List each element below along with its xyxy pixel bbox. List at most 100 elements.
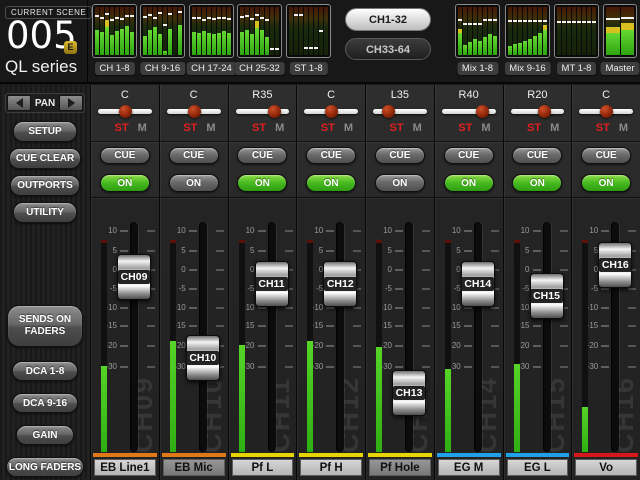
pan-knob[interactable] (475, 105, 489, 118)
outports-button[interactable]: OUTPORTS (10, 175, 80, 196)
pan-slider-track[interactable] (235, 109, 290, 114)
on-button[interactable]: ON (443, 174, 494, 192)
meter-bar (314, 7, 318, 55)
pan-knob[interactable] (382, 105, 396, 118)
meter-bar (163, 7, 167, 55)
on-button[interactable]: ON (168, 174, 219, 192)
on-button[interactable]: ON (237, 174, 288, 192)
meter-group[interactable]: CH 25-32 (234, 4, 285, 75)
fader-cap[interactable]: CH13 (392, 370, 426, 416)
meter-group[interactable]: Mix 9-16 (504, 4, 551, 75)
on-button[interactable]: ON (306, 174, 357, 192)
cue-button[interactable]: CUE (374, 147, 425, 164)
divider (572, 197, 640, 198)
stereo-assign-indicator: ST (389, 122, 404, 134)
dca-1-8-button[interactable]: DCA 1-8 (12, 361, 78, 381)
sends-on-faders-button[interactable]: SENDS ON FADERS (7, 305, 83, 347)
channel-name-button[interactable]: EG M (437, 459, 500, 476)
meter-bar (168, 7, 172, 55)
fader-cap[interactable]: CH14 (460, 261, 495, 308)
pan-knob[interactable] (538, 105, 552, 118)
meter-bar-level (513, 44, 517, 55)
stereo-assign-indicator: ST (252, 122, 267, 134)
cue-button[interactable]: CUE (168, 147, 219, 164)
gain-button[interactable]: GAIN (16, 425, 74, 445)
setup-button[interactable]: SETUP (13, 121, 77, 142)
dca-9-16-button[interactable]: DCA 9-16 (12, 393, 78, 413)
fader-cap[interactable]: CH11 (254, 261, 289, 308)
pan-knob[interactable] (325, 105, 339, 118)
fader-track[interactable] (542, 222, 551, 452)
bank-button-ch33-64[interactable]: CH33-64 (345, 38, 431, 60)
meter-bar (572, 7, 576, 55)
channel-name-button[interactable]: Pf Hole (369, 459, 431, 476)
meter-bar-level (478, 40, 482, 55)
pan-prev-arrow-button[interactable] (7, 95, 31, 111)
pan-knob[interactable] (187, 105, 201, 118)
cue-button[interactable]: CUE (99, 147, 150, 164)
fader-track[interactable] (405, 222, 413, 452)
utility-button[interactable]: UTILITY (13, 202, 77, 223)
fader-track[interactable] (267, 222, 276, 452)
meter-group[interactable]: MT 1-8 (554, 4, 599, 75)
on-button[interactable]: ON (99, 174, 150, 192)
fader-track[interactable] (336, 222, 345, 452)
meter-bar-yellow-segment (543, 25, 547, 31)
meter-group[interactable]: Mix 1-8 (455, 4, 500, 75)
bank-button-ch1-32[interactable]: CH1-32 (345, 8, 431, 31)
pan-slider-track[interactable] (373, 109, 427, 114)
fader-cap[interactable]: CH15 (529, 272, 564, 319)
meter-bar (488, 7, 492, 55)
fader-cap[interactable]: CH12 (323, 261, 358, 308)
fader-cap[interactable]: CH10 (185, 334, 220, 381)
channel-name-button[interactable]: Pf L (231, 459, 294, 476)
on-button[interactable]: ON (374, 174, 425, 192)
pan-knob[interactable] (118, 105, 132, 118)
channel-strip: R20 ST M CUE ON 10 5 0 -5 -10 -15 -20 -30 CH15 C… (502, 85, 572, 480)
meter-bar (458, 7, 462, 55)
meter-peak-hold (314, 47, 318, 50)
on-button[interactable]: ON (581, 174, 632, 192)
pan-next-arrow-button[interactable] (59, 95, 83, 111)
meter-group[interactable]: CH 17-24 (186, 4, 237, 75)
channel-name-button[interactable]: Pf H (300, 459, 362, 476)
divider (228, 141, 297, 142)
channel-strip: R40 ST M CUE ON 10 5 0 -5 -10 -15 -20 -30 CH14 C… (433, 85, 503, 480)
meter-bar-level (222, 31, 226, 55)
fader-cap[interactable]: CH09 (117, 253, 151, 300)
long-faders-button[interactable]: LONG FADERS (6, 457, 84, 477)
meter-peak-hold (260, 16, 264, 19)
cue-clear-button[interactable]: CUE CLEAR (9, 148, 81, 169)
meter-block (455, 4, 500, 58)
fader-scale-label: 0 (387, 265, 392, 274)
cue-button[interactable]: CUE (512, 147, 563, 164)
fader-scale-label: 10 (451, 226, 461, 235)
fader-scale-label: 0 (250, 265, 255, 274)
fader-cap[interactable]: CH16 (598, 242, 633, 289)
cue-button[interactable]: CUE (581, 147, 632, 164)
tick-dash (532, 345, 541, 347)
fader-track[interactable] (473, 222, 482, 452)
meter-group[interactable]: CH 1-8 (92, 4, 137, 75)
meter-group[interactable]: Master (600, 4, 640, 75)
meter-group[interactable]: ST 1-8 (286, 4, 331, 75)
tick-dash (215, 307, 224, 309)
pan-knob[interactable] (600, 105, 614, 118)
meter-peak-hold (562, 21, 566, 24)
cue-button[interactable]: CUE (443, 147, 494, 164)
channel-name-button[interactable]: EB Mic (162, 459, 225, 476)
cue-button[interactable]: CUE (237, 147, 288, 164)
channel-name-button[interactable]: Vo (575, 459, 637, 476)
console-series-label: QL series (5, 57, 78, 76)
meter-group-label: CH 9-16 (139, 62, 186, 75)
divider (91, 197, 159, 198)
on-button[interactable]: ON (512, 174, 563, 192)
pan-knob[interactable] (268, 105, 282, 118)
tick-dash (326, 250, 335, 252)
channel-name-button[interactable]: EG L (506, 459, 569, 476)
channel-name-button[interactable]: EB Line1 (94, 459, 156, 476)
fader-scale-label: -15 (517, 321, 530, 330)
meter-group[interactable]: CH 9-16 (139, 4, 186, 75)
cue-button[interactable]: CUE (306, 147, 357, 164)
meter-peak-hold (227, 18, 231, 21)
